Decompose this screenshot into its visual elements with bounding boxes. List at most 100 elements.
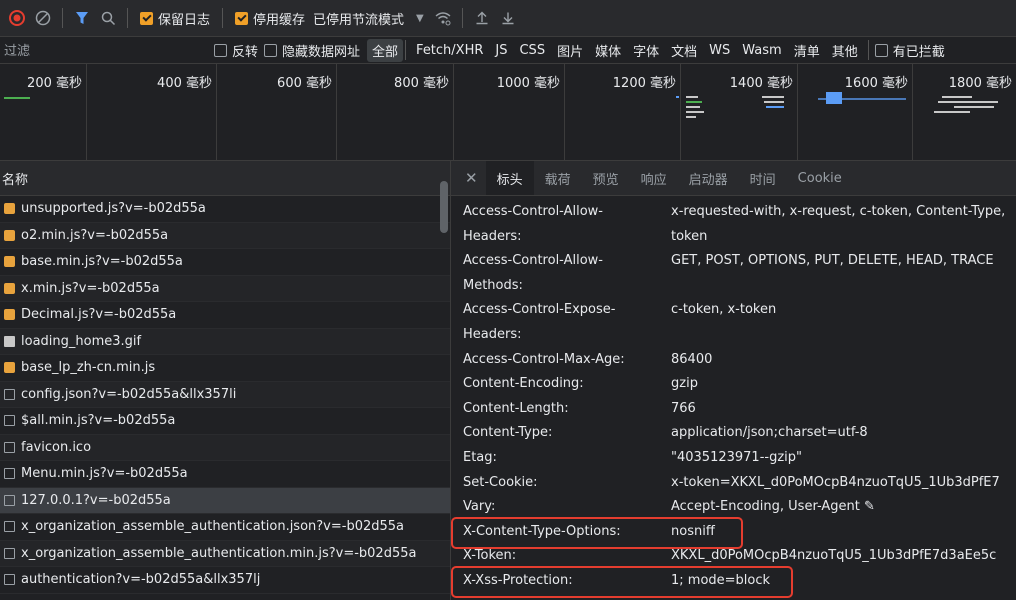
request-row[interactable]: o2.min.js?v=-b02d55a <box>0 222 450 249</box>
hide-data-urls-checkbox[interactable]: 隐藏数据网址 <box>264 41 360 60</box>
tab-cookie[interactable]: Cookie <box>787 161 853 195</box>
tab-response[interactable]: 响应 <box>630 161 678 195</box>
close-icon[interactable]: ✕ <box>461 161 486 195</box>
filter-type-type-5[interactable]: 媒体 <box>590 39 626 62</box>
filter-icon[interactable] <box>69 5 95 31</box>
checkbox-checked-icon[interactable] <box>235 11 249 25</box>
request-row[interactable]: $all.min.js?v=-b02d55a <box>0 408 450 435</box>
checkbox-unchecked-icon[interactable] <box>264 43 278 57</box>
request-name: Decimal.js?v=-b02d55a <box>21 307 177 323</box>
header-value[interactable]: c-token, x-token <box>671 298 1016 323</box>
record-icon[interactable] <box>4 5 30 31</box>
header-value[interactable]: gzip <box>671 372 1016 397</box>
name-column-label: 名称 <box>2 172 29 188</box>
waterfall-bar <box>764 101 784 103</box>
header-value[interactable] <box>671 323 1016 348</box>
blocked-requests-label: 有已拦截 <box>892 44 945 60</box>
toolbar-divider <box>867 40 869 60</box>
disable-cache-checkbox[interactable]: 停用缓存 <box>235 9 305 28</box>
waterfall-bar <box>686 96 698 98</box>
request-row[interactable]: authentication?v=-b02d55a&llx357lj <box>0 567 450 594</box>
waterfall-cluster <box>676 92 710 128</box>
filter-type-js[interactable]: JS <box>490 41 512 60</box>
request-row[interactable]: x_organization_assemble_authentication.m… <box>0 540 450 567</box>
filter-input[interactable] <box>0 39 208 61</box>
filter-type-all[interactable]: 全部 <box>367 38 404 62</box>
header-row: Access-Control-Allow- GET, POST, OPTIONS,… <box>451 249 1016 274</box>
scrollbar-thumb[interactable] <box>440 181 448 233</box>
header-value[interactable]: 86400 <box>671 348 1016 373</box>
throttling-select[interactable]: 已停用节流模式 ▼ <box>313 9 424 28</box>
invert-checkbox[interactable]: 反转 <box>214 41 258 60</box>
header-value[interactable] <box>671 274 1016 299</box>
document-file-icon <box>4 468 15 480</box>
response-headers: Access-Control-Allow-x-requested-with, x… <box>451 196 1016 598</box>
search-icon[interactable] <box>95 5 121 31</box>
script-file-icon <box>4 229 15 241</box>
filter-type-type-6[interactable]: 字体 <box>628 39 664 62</box>
request-row[interactable]: config.json?v=-b02d55a&llx357li <box>0 381 450 408</box>
request-row[interactable]: unsupported.js?v=-b02d55a <box>0 196 450 223</box>
header-name: Set-Cookie: <box>463 474 538 490</box>
filter-type-fetchxhr[interactable]: Fetch/XHR <box>411 41 488 60</box>
filter-type-type-4[interactable]: 图片 <box>552 39 588 62</box>
header-value[interactable]: token <box>671 225 1016 250</box>
request-name: config.json?v=-b02d55a&llx357li <box>21 386 237 402</box>
filter-type-css[interactable]: CSS <box>514 41 550 60</box>
blocked-requests-checkbox[interactable]: 有已拦截 <box>874 41 945 60</box>
header-value[interactable]: 766 <box>671 397 1016 422</box>
timeline-overview[interactable]: 200 毫秒 400 毫秒 600 毫秒 800 毫秒 1000 毫秒 1200 毫秒 14… <box>0 64 1016 161</box>
document-file-icon <box>4 415 15 427</box>
checkbox-checked-icon[interactable] <box>140 11 153 25</box>
request-row[interactable]: loading_home3.gif <box>0 328 450 355</box>
timeline-tick-label: 800 毫秒 <box>394 76 449 91</box>
header-value[interactable]: "4035123971--gzip" <box>671 446 1016 471</box>
filter-type-wasm[interactable]: Wasm <box>737 41 786 60</box>
clear-icon[interactable] <box>30 5 56 31</box>
export-har-icon[interactable] <box>495 5 521 31</box>
request-row[interactable]: base.min.js?v=-b02d55a <box>0 249 450 276</box>
tab-initiator[interactable]: 启动器 <box>678 161 739 195</box>
waterfall-bar <box>954 106 994 108</box>
network-toolbar: 保留日志 停用缓存 已停用节流模式 ▼ <box>0 0 1016 37</box>
chevron-down-icon: ▼ <box>416 12 424 24</box>
filter-type-type-10[interactable]: 清单 <box>789 39 825 62</box>
request-name: unsupported.js?v=-b02d55a <box>21 201 206 217</box>
header-value[interactable]: application/json;charset=utf-8 <box>671 421 1016 446</box>
header-row: Etag: "4035123971--gzip" <box>451 446 1016 471</box>
header-value[interactable]: x-token=XKXL_d0PoMOcpB4nzuoTqU5_1Ub3dPfE… <box>671 471 1016 496</box>
request-row[interactable]: favicon.ico <box>0 434 450 461</box>
tab-preview[interactable]: 预览 <box>582 161 630 195</box>
request-row[interactable]: base_lp_zh-cn.min.js <box>0 355 450 382</box>
import-har-icon[interactable] <box>469 5 495 31</box>
tab-payload[interactable]: 载荷 <box>534 161 582 195</box>
tab-timing[interactable]: 时间 <box>739 161 787 195</box>
name-column-header[interactable]: 名称 <box>0 161 450 196</box>
request-row[interactable]: x_organization_assemble_authentication.j… <box>0 514 450 541</box>
request-row[interactable]: 127.0.0.1?v=-b02d55a <box>0 487 450 514</box>
header-value[interactable]: x-requested-with, x-request, c-token, Co… <box>671 200 1016 225</box>
header-name: Access-Control-Max-Age: <box>463 351 625 367</box>
request-row[interactable]: x.min.js?v=-b02d55a <box>0 275 450 302</box>
request-name: Menu.min.js?v=-b02d55a <box>21 466 188 482</box>
highlight-box <box>451 516 743 549</box>
request-name: base.min.js?v=-b02d55a <box>21 254 183 270</box>
preserve-log-checkbox[interactable]: 保留日志 <box>140 9 210 28</box>
timeline-tick: 600 毫秒 <box>216 64 337 160</box>
header-value[interactable]: GET, POST, OPTIONS, PUT, DELETE, HEAD, T… <box>671 249 1016 274</box>
disable-cache-label: 停用缓存 <box>253 12 306 28</box>
filter-type-ws[interactable]: WS <box>704 41 735 60</box>
timeline-tick-label: 200 毫秒 <box>27 76 82 91</box>
filter-type-type-11[interactable]: 其他 <box>827 39 863 62</box>
request-row[interactable]: Menu.min.js?v=-b02d55a <box>0 461 450 488</box>
checkbox-unchecked-icon[interactable] <box>214 43 227 57</box>
request-row[interactable]: Decimal.js?v=-b02d55a <box>0 302 450 329</box>
wifi-conditions-icon[interactable] <box>430 5 456 31</box>
timeline-tick: 200 毫秒 <box>0 64 87 160</box>
header-row: Methods: <box>451 274 1016 299</box>
header-row: Access-Control-Allow-x-requested-with, x… <box>451 200 1016 225</box>
document-file-icon <box>4 521 15 533</box>
filter-type-type-7[interactable]: 文档 <box>666 39 702 62</box>
tab-headers[interactable]: 标头 <box>485 161 534 195</box>
checkbox-unchecked-icon[interactable] <box>874 43 888 57</box>
